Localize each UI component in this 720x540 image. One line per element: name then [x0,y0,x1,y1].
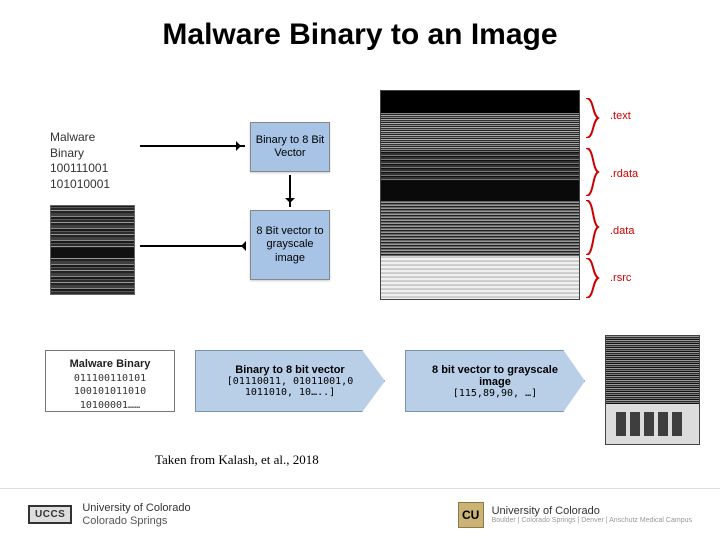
uccs-line1: University of Colorado [82,502,190,514]
section-data: .data [610,225,634,237]
lower-flow: Malware Binary 011100110101 100101011010… [45,340,695,450]
arrow-box-heading: 8 bit vector to grayscale image [416,364,574,388]
brace-icon [584,200,604,255]
cu-line1: University of Colorado [492,505,692,517]
arrow-box-binary-to-vector: Binary to 8 bit vector [01110011, 010110… [195,350,385,412]
grayscale-image-thumb [50,205,135,295]
malware-bits-line1: 100111001 [50,161,110,177]
uccs-logo-block: UCCS University of Colorado Colorado Spr… [28,502,191,526]
uccs-line2: Colorado Springs [82,515,190,527]
arrow-icon [140,245,245,247]
citation-text: Taken from Kalash, et al., 2018 [155,452,319,468]
section-text: .text [610,110,631,122]
section-rsrc: .rsrc [610,272,631,284]
grayscale-output-thumb [605,335,700,445]
arrow-icon [289,175,291,207]
binary-digits-line: 10100001…… [54,399,166,413]
binary-digits-line: 100101011010 [54,385,166,399]
cu-logo-block: CU University of Colorado Boulder | Colo… [458,502,692,528]
footer: UCCS University of Colorado Colorado Spr… [0,488,720,540]
binary-digits-line: 011100110101 [54,372,166,386]
box-binary-to-8bit: Binary to 8 Bit Vector [250,122,330,172]
malware-binary-box: Malware Binary 011100110101 100101011010… [45,350,175,412]
slide-title: Malware Binary to an Image [0,18,720,52]
cu-badge-icon: CU [458,502,484,528]
arrow-box-sub: [115,89,90, …] [453,388,537,399]
brace-icon [584,148,604,196]
malware-bits-line2: 101010001 [50,177,110,193]
malware-label-line1: Malware [50,130,110,146]
arrow-box-heading: Binary to 8 bit vector [235,364,344,376]
cu-line2: Boulder | Colorado Springs | Denver | An… [492,517,692,525]
brace-icon [584,258,604,298]
malware-binary-heading: Malware Binary [54,357,166,372]
malware-label-line2: Binary [50,146,110,162]
malware-visualization-large [380,90,580,300]
arrow-box-vector-to-image: 8 bit vector to grayscale image [115,89,… [405,350,585,412]
brace-icon [584,98,604,138]
arrow-box-sub: [01110011, 01011001,0 1011010, 10…..] [206,376,374,398]
uccs-badge-icon: UCCS [28,505,72,524]
arrow-icon [140,145,245,147]
box-8bit-to-grayscale: 8 Bit vector to grayscale image [250,210,330,280]
malware-binary-label: Malware Binary 100111001 101010001 [50,130,110,192]
upper-diagram: Malware Binary 100111001 101010001 Binar… [50,90,690,320]
section-rdata: .rdata [610,168,638,180]
